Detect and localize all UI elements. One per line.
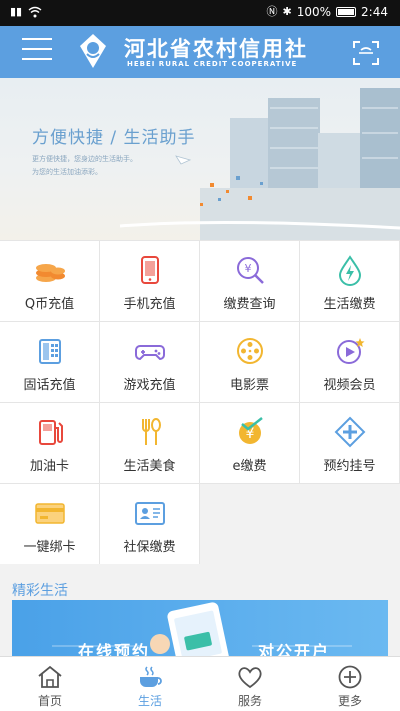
tab-label: 更多 [337, 694, 362, 708]
service-label: 加油卡 [29, 459, 69, 474]
service-label: 缴费查询 [223, 297, 276, 312]
service-label: 生活美食 [123, 459, 176, 474]
coins-icon [36, 264, 65, 282]
banner-description: 更方便快捷，您身边的生活助手。 [32, 155, 137, 163]
tab-service[interactable]: 服务 [200, 657, 300, 711]
battery-icon [336, 7, 357, 17]
tab-home[interactable]: 首页 [0, 657, 100, 711]
service-e-payment[interactable]: ¥ e缴费 [200, 403, 299, 483]
signal-icon: ▮▮ [10, 5, 23, 18]
battery-level: 100% [296, 5, 332, 19]
svg-text:¥: ¥ [245, 262, 252, 275]
water-drop-icon [338, 255, 362, 286]
scan-icon[interactable] [352, 40, 380, 66]
tab-life[interactable]: 生活 [100, 657, 200, 711]
service-hospital-appointment[interactable]: 预约挂号 [300, 403, 399, 483]
fuel-pump-icon [39, 420, 63, 445]
service-label: 视频会员 [323, 378, 376, 393]
service-bind-card[interactable]: 一键绑卡 [0, 484, 99, 564]
app-header: 河北省农村信用社 HEBEI RURAL CREDIT COOPERATIVE [0, 26, 400, 78]
phone-icon [141, 256, 159, 284]
service-grid: Q币充值 手机充值 ¥ 缴费查询 生活缴费 固话充值 游戏充值 电影票 视频会员… [0, 240, 400, 564]
banner-description: 为您的生活加油添彩。 [32, 168, 102, 176]
film-reel-icon [237, 338, 263, 364]
service-label: 固话充值 [23, 378, 76, 393]
landline-icon [39, 339, 61, 364]
id-card-icon [135, 502, 165, 525]
status-bar: ▮▮ Ⓝ ✱ 100% 2:44 [0, 0, 400, 26]
banner-headline: 方便快捷 / 生活助手 [32, 128, 196, 148]
video-play-icon [337, 338, 365, 364]
service-label: 游戏充值 [123, 378, 176, 393]
phone-illustration [52, 602, 352, 660]
fork-spoon-icon [142, 418, 161, 445]
service-label: 手机充值 [123, 297, 176, 312]
menu-icon-bar [22, 58, 52, 60]
bank-card-icon [35, 503, 65, 524]
service-label: Q币充值 [24, 297, 75, 312]
menu-icon-bar [22, 38, 52, 40]
yuan-check-icon: ¥ [239, 417, 263, 444]
section-title: 精彩生活 [12, 583, 68, 599]
service-video-membership[interactable]: 视频会员 [300, 322, 399, 402]
promo-banner[interactable]: 方便快捷 / 生活助手 更方便快捷，您身边的生活助手。 为您的生活加油添彩。 [0, 78, 400, 240]
service-utility-payment[interactable]: 生活缴费 [300, 241, 399, 321]
bank-name: 河北省农村信用社 [124, 37, 308, 61]
bank-name-english: HEBEI RURAL CREDIT COOPERATIVE [127, 60, 298, 68]
menu-icon-bar [22, 48, 52, 50]
service-label: 社保缴费 [123, 540, 176, 555]
service-mobile-topup[interactable]: 手机充值 [100, 241, 199, 321]
medical-cross-icon [334, 416, 366, 448]
tab-label: 生活 [137, 694, 162, 708]
service-label: 一键绑卡 [23, 540, 76, 555]
home-icon [38, 665, 62, 688]
bluetooth-icon: ✱ [282, 5, 292, 18]
bank-logo-icon [80, 34, 106, 68]
service-landline-topup[interactable]: 固话充值 [0, 322, 99, 402]
service-game-topup[interactable]: 游戏充值 [100, 322, 199, 402]
service-social-insurance[interactable]: 社保缴费 [100, 484, 199, 564]
service-food-dining[interactable]: 生活美食 [100, 403, 199, 483]
service-fuel-card[interactable]: 加油卡 [0, 403, 99, 483]
promo-carousel[interactable]: 在线预约 对公开户 [12, 600, 388, 660]
service-label: e缴费 [232, 459, 267, 474]
wifi-icon [28, 6, 42, 18]
nfc-icon: Ⓝ [266, 5, 278, 18]
app-screen: ▮▮ Ⓝ ✱ 100% 2:44 河北省农村信用社 HEBEI RURAL CR… [0, 0, 400, 711]
tab-label: 首页 [37, 694, 62, 708]
bill-search-icon: ¥ [237, 257, 264, 284]
tab-more[interactable]: 更多 [300, 657, 400, 711]
clock: 2:44 [361, 5, 388, 19]
bottom-tab-bar: 首页 生活 服务 更多 [0, 656, 400, 711]
service-movie-ticket[interactable]: 电影票 [200, 322, 299, 402]
coffee-cup-icon [140, 666, 162, 687]
service-q-coin[interactable]: Q币充值 [0, 241, 99, 321]
service-label: 预约挂号 [323, 459, 376, 474]
service-label: 电影票 [229, 378, 269, 393]
grid-empty-area [200, 484, 400, 564]
service-label: 生活缴费 [323, 297, 376, 312]
gamepad-icon [135, 345, 165, 361]
tab-label: 服务 [237, 694, 262, 708]
plus-circle-icon [338, 665, 362, 689]
menu-button[interactable] [22, 38, 52, 64]
service-bill-query[interactable]: ¥ 缴费查询 [200, 241, 299, 321]
heart-icon [238, 667, 262, 689]
